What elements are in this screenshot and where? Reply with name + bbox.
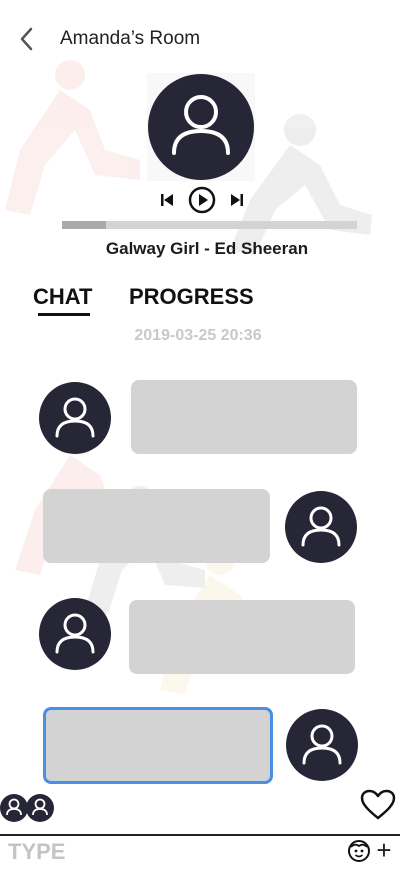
skip-previous-icon (161, 194, 173, 206)
heart-icon (360, 789, 396, 820)
user-avatar-icon (39, 382, 111, 454)
message-input[interactable] (8, 838, 338, 866)
message-bubble[interactable] (43, 489, 270, 563)
add-attachment-button[interactable]: + (374, 837, 394, 864)
tab-chat[interactable]: CHAT (33, 284, 92, 310)
participants-icon (0, 794, 54, 822)
message-bubble[interactable] (131, 380, 357, 454)
song-progress-bar[interactable] (62, 221, 357, 229)
participants-button[interactable] (0, 791, 56, 825)
tab-progress[interactable]: PROGRESS (129, 284, 254, 310)
chat-timestamp: 2019-03-25 20:36 (134, 327, 262, 344)
message-avatar[interactable] (286, 709, 358, 781)
play-button[interactable] (188, 186, 216, 214)
user-avatar-icon (285, 491, 357, 563)
like-button[interactable] (360, 789, 396, 823)
input-divider (0, 834, 400, 836)
song-progress-fill (62, 221, 107, 229)
message-bubble[interactable] (129, 600, 355, 674)
message-avatar[interactable] (39, 382, 111, 454)
skip-next-icon (231, 194, 243, 206)
album-avatar (147, 73, 255, 181)
message-bubble-selected[interactable] (43, 707, 273, 784)
room-title: Amanda’s Room (60, 28, 201, 49)
back-button[interactable] (14, 26, 40, 52)
user-avatar-icon (147, 73, 255, 181)
previous-button[interactable] (160, 193, 174, 207)
active-tab-indicator (38, 313, 90, 316)
play-icon (188, 186, 216, 214)
user-avatar-icon (286, 709, 358, 781)
next-button[interactable] (230, 193, 244, 207)
message-avatar[interactable] (39, 598, 111, 670)
song-title: Galway Girl - Ed Sheeran (105, 239, 309, 258)
emoji-icon (348, 840, 370, 862)
chevron-left-icon (20, 27, 33, 51)
message-avatar[interactable] (285, 491, 357, 563)
user-avatar-icon (39, 598, 111, 670)
emoji-button[interactable] (347, 839, 371, 863)
player-controls (160, 186, 244, 214)
